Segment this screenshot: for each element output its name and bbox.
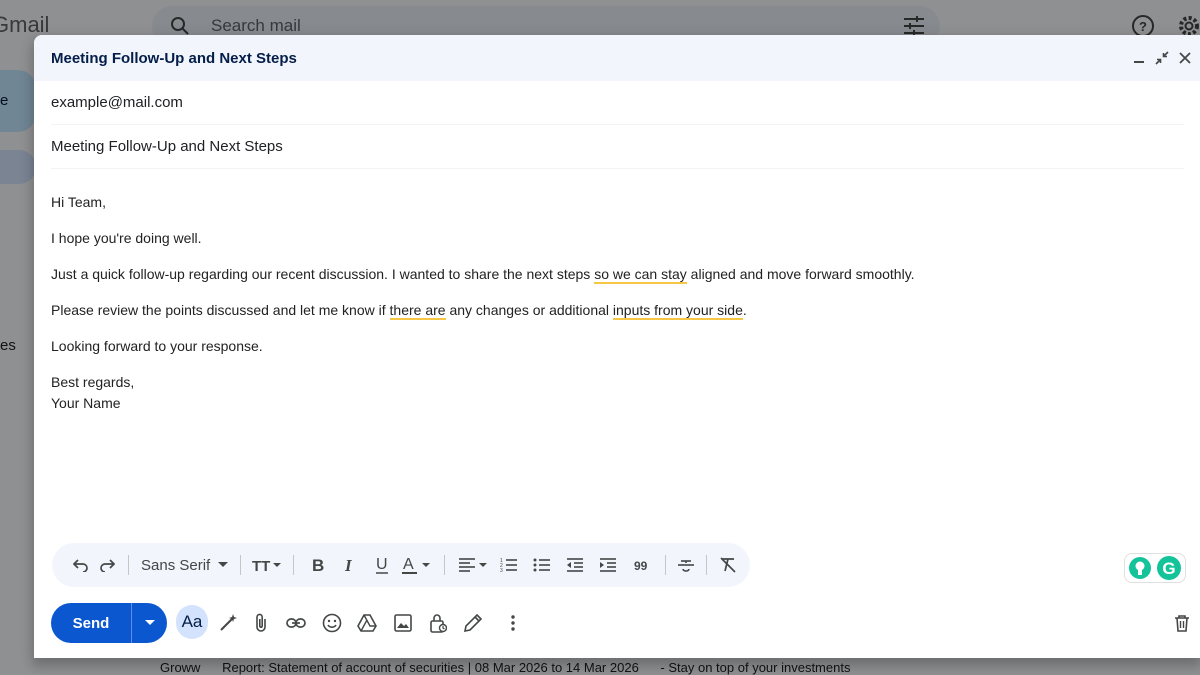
subject-field[interactable]: Meeting Follow-Up and Next Steps [51, 125, 1184, 169]
grammarly-widget[interactable]: G [1124, 553, 1186, 583]
grammar-suggestion[interactable]: inputs from your side [612, 302, 743, 320]
toolbar-divider [444, 555, 446, 575]
discard-draft-trash-icon[interactable] [1167, 608, 1197, 638]
indent-less-icon[interactable] [559, 551, 591, 579]
message-body[interactable]: Hi Team, I hope you're doing well. Just … [34, 169, 1200, 414]
body-line-1: I hope you're doing well. [51, 230, 202, 246]
recipient-value[interactable]: example@mail.com [51, 94, 183, 111]
svg-text:I: I [344, 557, 353, 573]
align-icon[interactable] [453, 551, 493, 579]
formatting-toolbar: Sans Serif TT B I U A 123 99 [52, 543, 750, 587]
indent-more-icon[interactable] [591, 551, 625, 579]
font-size-icon[interactable]: TT [249, 551, 285, 579]
body-name: Your Name [51, 395, 121, 411]
compose-title: Meeting Follow-Up and Next Steps [51, 49, 297, 67]
body-signoff: Best regards, [51, 374, 135, 390]
compose-window: Meeting Follow-Up and Next Steps example… [34, 35, 1200, 658]
toolbar-divider [128, 555, 129, 575]
body-line-2: Just a quick follow-up regarding our rec… [51, 266, 915, 284]
remove-formatting-icon[interactable] [715, 551, 741, 579]
compose-header[interactable]: Meeting Follow-Up and Next Steps [34, 35, 1200, 81]
subject-value[interactable]: Meeting Follow-Up and Next Steps [51, 138, 283, 155]
grammarly-logo-icon: G [1157, 556, 1181, 580]
grammar-suggestion[interactable]: there are [389, 302, 446, 320]
formatting-options-button[interactable]: Aa [176, 605, 208, 639]
toolbar-divider [706, 555, 708, 575]
close-icon[interactable] [1176, 48, 1194, 68]
font-family-select[interactable]: Sans Serif [137, 551, 232, 579]
toolbar-divider [665, 555, 667, 575]
strikethrough-icon[interactable] [674, 551, 698, 579]
bold-icon[interactable]: B [302, 551, 334, 579]
magic-pen-icon[interactable] [213, 608, 243, 638]
emoji-icon[interactable] [317, 608, 347, 638]
compose-window-controls [1130, 48, 1194, 68]
send-button[interactable]: Send [51, 603, 131, 643]
more-options-icon[interactable] [498, 608, 528, 638]
undo-icon[interactable] [68, 551, 94, 579]
schedule-send-dropdown[interactable] [131, 603, 167, 643]
signature-pen-icon[interactable] [458, 608, 488, 638]
svg-text:B: B [312, 557, 324, 573]
redo-icon[interactable] [94, 551, 120, 579]
exit-fullscreen-icon[interactable] [1153, 48, 1171, 68]
font-family-value: Sans Serif [141, 556, 211, 574]
svg-text:TT: TT [252, 558, 270, 573]
text-color-icon[interactable]: A [398, 551, 436, 579]
underline-icon[interactable]: U [366, 551, 398, 579]
google-drive-icon[interactable] [352, 608, 382, 638]
insert-photo-icon[interactable] [388, 608, 418, 638]
body-line-3: Please review the points discussed and l… [51, 302, 747, 320]
insert-link-icon[interactable] [281, 608, 311, 638]
quote-icon[interactable]: 99 [625, 551, 657, 579]
numbered-list-icon[interactable]: 123 [493, 551, 525, 579]
svg-text:U: U [376, 556, 388, 573]
body-line-4: Looking forward to your response. [51, 338, 263, 354]
grammar-suggestion[interactable]: so we can stay [594, 266, 687, 284]
toolbar-divider [293, 555, 295, 575]
to-field[interactable]: example@mail.com [51, 81, 1184, 125]
chevron-down-icon [218, 562, 229, 567]
svg-text:3: 3 [500, 568, 503, 573]
attach-file-icon[interactable] [246, 608, 276, 638]
bulleted-list-icon[interactable] [525, 551, 559, 579]
lightbulb-icon [1129, 557, 1151, 579]
chevron-down-icon [144, 620, 155, 625]
send-button-group: Send [51, 603, 167, 643]
toolbar-divider [240, 555, 242, 575]
confidential-mode-icon[interactable] [423, 608, 453, 638]
minimize-icon[interactable] [1130, 48, 1148, 68]
svg-text:99: 99 [634, 560, 648, 570]
body-greeting: Hi Team, [51, 194, 106, 210]
svg-text:A: A [403, 556, 414, 573]
svg-text:G: G [1162, 559, 1175, 578]
italic-icon[interactable]: I [334, 551, 366, 579]
